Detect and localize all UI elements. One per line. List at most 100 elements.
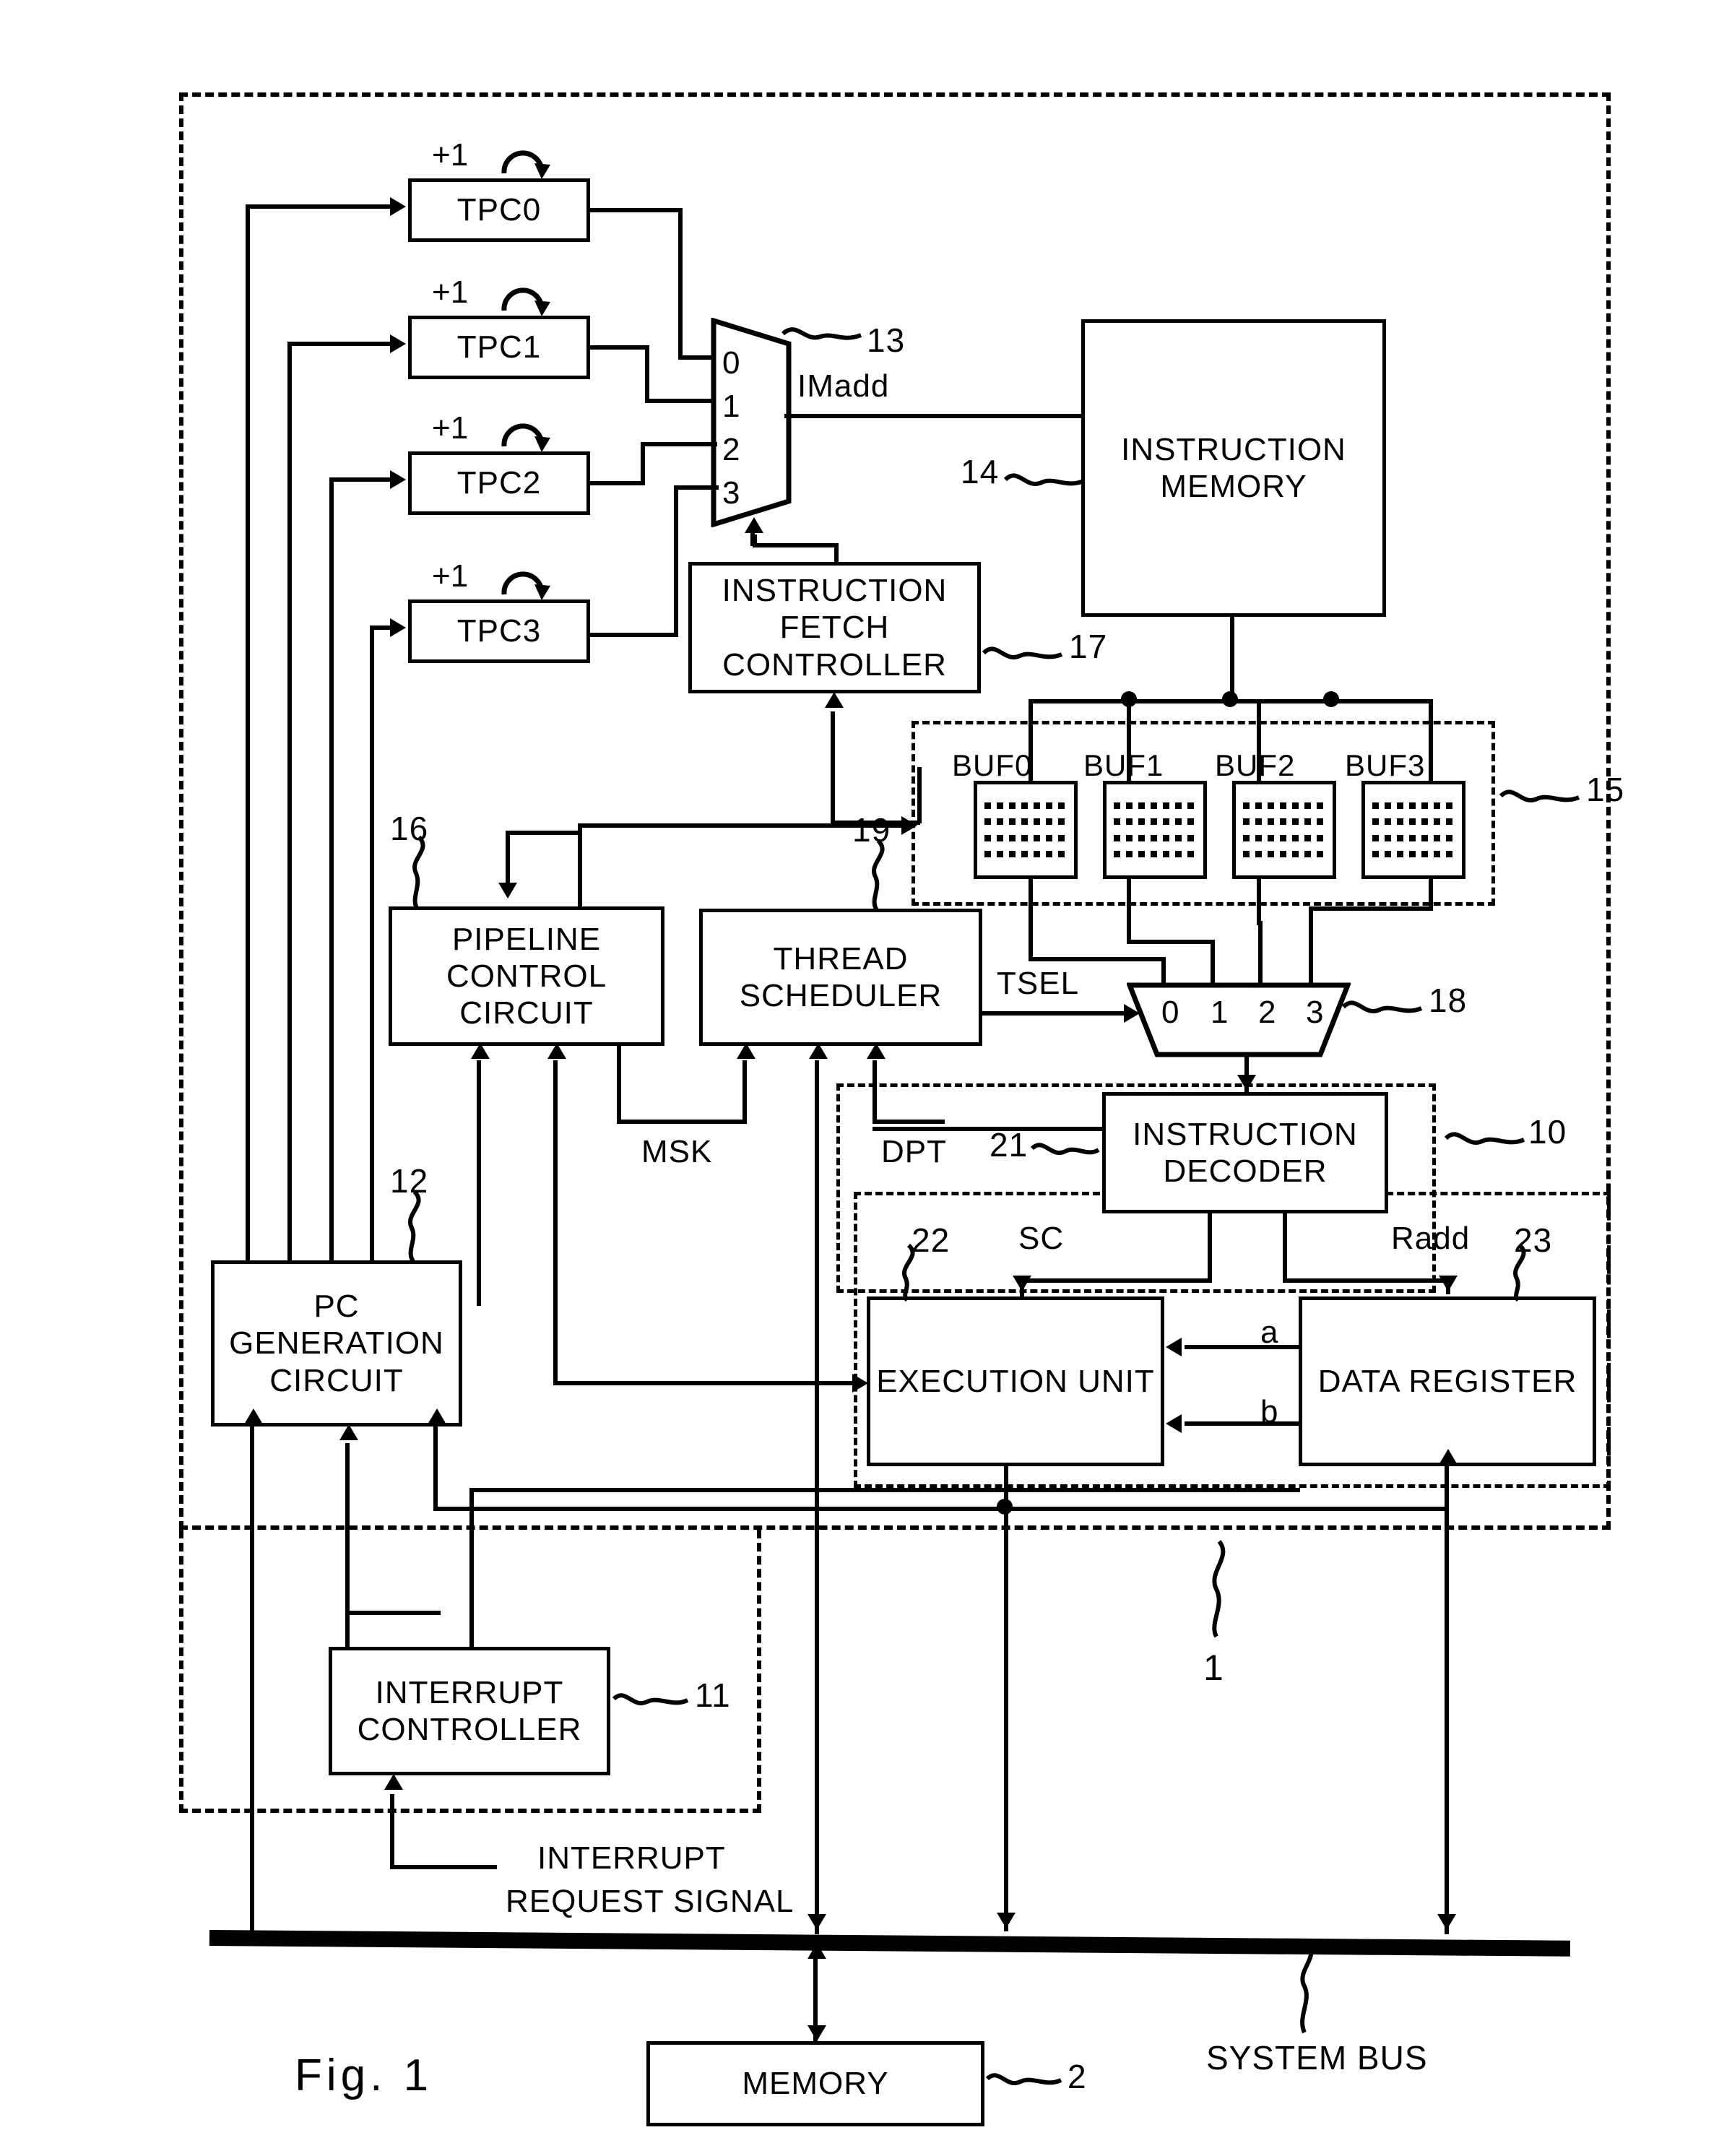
wire-pcgen-to-tpc0-riser	[246, 204, 250, 1260]
instruction-mux-input-1: 1	[1211, 995, 1229, 1030]
instruction-fetch-controller-block: INSTRUCTION FETCH CONTROLLER	[688, 562, 981, 693]
buffer-3-row	[1372, 834, 1455, 841]
arrow-operand-a	[1166, 1338, 1182, 1356]
buffer-1-row	[1114, 850, 1196, 857]
arrow-pcc-to-bus	[807, 1914, 826, 1930]
interrupt-request-line2: REQUEST SIGNAL	[506, 1884, 794, 1919]
wire-buf-to-ifc-up	[831, 711, 835, 823]
wire-dpt-up	[873, 1060, 877, 1124]
wire-eu-to-pcc-riser	[553, 1060, 558, 1385]
ts-line2: SCHEDULER	[739, 978, 943, 1013]
tpc0-label: TPC0	[456, 192, 542, 228]
arrow-dpt-to-ts	[867, 1043, 886, 1059]
address-mux-input-1: 1	[722, 389, 741, 424]
buffer-2-row	[1243, 802, 1325, 810]
tpc0-selfloop-icon	[501, 150, 550, 179]
wire-tpc2-out	[590, 481, 645, 485]
wire-ic-to-pcgen	[469, 1488, 1300, 1492]
buffer-3	[1361, 781, 1465, 879]
tpc0-increment-label: +1	[432, 137, 469, 173]
ifc-line3: CONTROLLER	[722, 646, 947, 683]
wire-msk-down	[617, 1046, 621, 1124]
buf2-label: BUF2	[1215, 748, 1296, 782]
ref-18: 18	[1429, 982, 1468, 1019]
wire-irq-up	[390, 1794, 394, 1866]
execution-unit-block: EXECUTION UNIT	[867, 1296, 1164, 1466]
tpc1-block: TPC1	[408, 316, 590, 379]
wire-irq	[390, 1865, 497, 1869]
wire-imem-out	[1230, 617, 1234, 702]
id-line1: INSTRUCTION	[1133, 1116, 1358, 1152]
junction-imem-center	[1222, 691, 1238, 707]
arrow-radd-to-dr	[1439, 1276, 1458, 1291]
arrow-irq-to-ic	[384, 1774, 403, 1790]
wire-tpc1-out	[590, 345, 649, 350]
ifc-line2: FETCH	[779, 610, 890, 646]
pc-generation-circuit-block: PC GENERATION CIRCUIT	[211, 1260, 462, 1426]
wire-buf3-to-mux-up	[1309, 906, 1313, 986]
wire-buf-to-ifc-riser	[917, 767, 922, 823]
ref-12: 12	[390, 1162, 429, 1200]
ref-17-leader	[982, 646, 1063, 659]
address-mux-input-2: 2	[722, 432, 741, 467]
wire-ifc-select-up2	[750, 530, 755, 546]
arrow-eu-to-bus	[997, 1913, 1016, 1928]
ref-2-leader	[985, 2073, 1062, 2085]
tsel-signal-label: TSEL	[997, 966, 1080, 1001]
wire-eu-out-down	[1004, 1466, 1008, 1931]
wire-decoder-left-in	[873, 1127, 1104, 1131]
system-bus-label: SYSTEM BUS	[1206, 2039, 1428, 2077]
wire-tpc3-to-mux3	[674, 485, 719, 490]
wire-right-to-bus	[1445, 1507, 1449, 1934]
wire-imem-to-buf3	[1429, 699, 1433, 783]
wire-buf2-out	[1257, 878, 1261, 925]
memory-line1: MEMORY	[742, 2066, 889, 2102]
wire-imem-to-buf0	[1029, 699, 1033, 783]
buffer-1-row	[1114, 802, 1196, 810]
arrow-writeback-to-dr	[1439, 1449, 1458, 1465]
wire-msk	[617, 1120, 747, 1124]
eu-line1: EXECUTION UNIT	[876, 1363, 1155, 1399]
wire-tpc2-to-mux2	[641, 442, 717, 446]
wire-tpc1-to-mux1	[645, 399, 716, 403]
arrow-ic-to-pcgen	[339, 1424, 358, 1440]
ref-15-leader	[1499, 789, 1580, 802]
arrow-msk-to-ts	[737, 1043, 755, 1059]
ref-19: 19	[852, 811, 891, 849]
wire-ts-to-buf-riser	[578, 823, 582, 909]
ref-13: 13	[867, 321, 906, 359]
arrow-operand-b	[1166, 1414, 1182, 1433]
pcc-line1: PIPELINE	[451, 921, 602, 957]
wire-msk-up	[742, 1060, 747, 1124]
wire-ts-to-buf	[578, 823, 904, 828]
interrupt-controller-block: INTERRUPT CONTROLLER	[329, 1647, 610, 1775]
arrow-tsel	[1124, 1004, 1140, 1023]
arrow-eu-to-pcc	[547, 1043, 566, 1059]
instruction-memory-line1: INSTRUCTION	[1121, 431, 1346, 467]
tpc3-label: TPC3	[456, 613, 542, 649]
wire-writeback-to-dr	[1445, 1466, 1449, 1508]
wire-buf1-out	[1127, 878, 1131, 944]
tpc3-selfloop-icon	[501, 571, 550, 600]
ref-14: 14	[961, 453, 1000, 490]
ref-16: 16	[390, 810, 429, 847]
instruction-memory-block: INSTRUCTION MEMORY	[1081, 319, 1386, 617]
arrow-eu-in-left	[852, 1374, 868, 1393]
buffer-2	[1232, 781, 1336, 879]
arrow-ifc-to-pcc	[498, 883, 517, 899]
instruction-memory-line2: MEMORY	[1160, 469, 1307, 504]
buffer-0-row	[984, 850, 1067, 857]
wire-buf0-out	[1029, 878, 1033, 961]
wire-pcgen-to-tpc3-riser	[370, 625, 374, 1260]
ref-1-leader	[1212, 1540, 1226, 1638]
arrow-bus-to-pcgen	[244, 1408, 263, 1424]
radd-signal-label: Radd	[1391, 1221, 1471, 1256]
wire-buf3-to-mux	[1309, 906, 1433, 911]
wire-pcgen-to-tpc0	[246, 204, 390, 209]
tpc2-label: TPC2	[456, 465, 542, 501]
wire-mux18-out2	[1244, 1081, 1249, 1092]
wire-ic-to-pcc-riser	[477, 1060, 481, 1306]
id-line2: DECODER	[1163, 1153, 1328, 1189]
memory-block: MEMORY	[646, 2041, 984, 2126]
wire-writeback-to-pcgen	[433, 1426, 438, 1509]
